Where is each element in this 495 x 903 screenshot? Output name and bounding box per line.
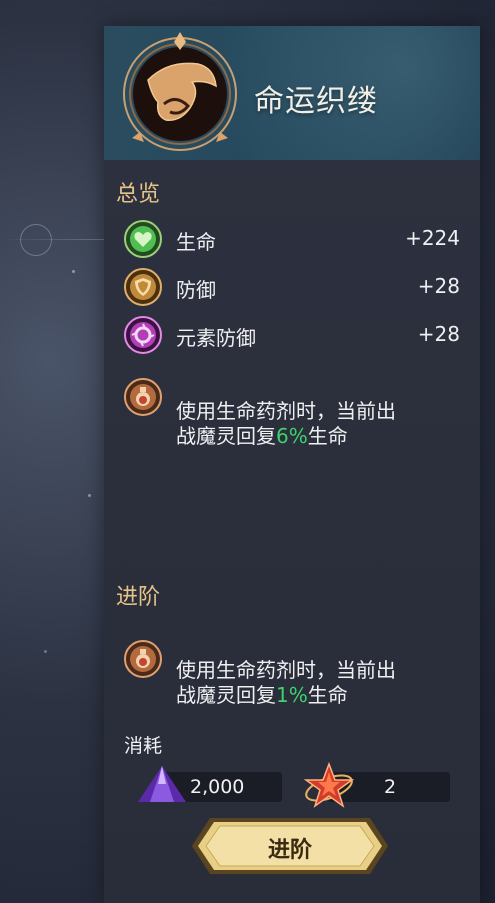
stat-row-element-defense: 元素防御 +28 (124, 316, 460, 354)
element-swirl-icon (124, 316, 162, 354)
purple-crystal-icon (138, 766, 186, 802)
cost-amount: 2 (384, 776, 397, 798)
cost-amount: 2,000 (190, 776, 245, 798)
bg-orbit-ring (20, 224, 52, 256)
advance-effect-text: 使用生命药剂时，当前出 战魔灵回复1%生命 (176, 658, 466, 708)
effect-percent: 6% (276, 424, 308, 448)
effect-text-line2: 战魔灵回复 (176, 683, 276, 707)
advance-heading: 进阶 (116, 585, 161, 610)
shield-icon (124, 268, 162, 306)
panel-header: 命运织缕 (104, 26, 480, 160)
effect-text-line1: 使用生命药剂时，当前出 (176, 399, 396, 423)
advance-button-label: 进阶 (267, 838, 312, 863)
potion-icon (124, 378, 162, 416)
overview-effect-text: 使用生命药剂时，当前出 战魔灵回复6%生命 (176, 399, 466, 449)
effect-percent: 1% (276, 683, 308, 707)
cost-label: 消耗 (124, 735, 163, 757)
effect-text-line1: 使用生命药剂时，当前出 (176, 658, 396, 682)
stat-value: +224 (405, 226, 460, 250)
stat-value: +28 (417, 322, 460, 346)
potion-icon (124, 640, 162, 678)
talent-emblem-icon (123, 32, 237, 151)
stat-row-defense: 防御 +28 (124, 268, 460, 306)
stat-label: 元素防御 (176, 326, 256, 350)
stat-value: +28 (417, 274, 460, 298)
heart-icon (124, 220, 162, 258)
talent-title: 命运织缕 (254, 84, 378, 119)
talent-detail-panel: 命运织缕 总览 生命 +224 防御 +28 元素防御 +28 使用生命药剂时，… (104, 26, 480, 903)
bg-star (88, 494, 91, 497)
stat-label: 生命 (176, 230, 216, 254)
talent-emblem (118, 30, 242, 154)
red-star-icon (303, 762, 355, 808)
bg-star (72, 270, 75, 273)
effect-text-suffix: 生命 (307, 424, 348, 448)
effect-text-suffix: 生命 (307, 683, 348, 707)
overview-heading: 总览 (116, 182, 161, 207)
effect-text-line2: 战魔灵回复 (176, 424, 276, 448)
stat-row-hp: 生命 +224 (124, 220, 460, 258)
stat-label: 防御 (176, 278, 216, 302)
bg-star (44, 650, 47, 653)
advance-button[interactable]: 进阶 (190, 814, 390, 878)
bg-orbit-line (0, 239, 120, 240)
